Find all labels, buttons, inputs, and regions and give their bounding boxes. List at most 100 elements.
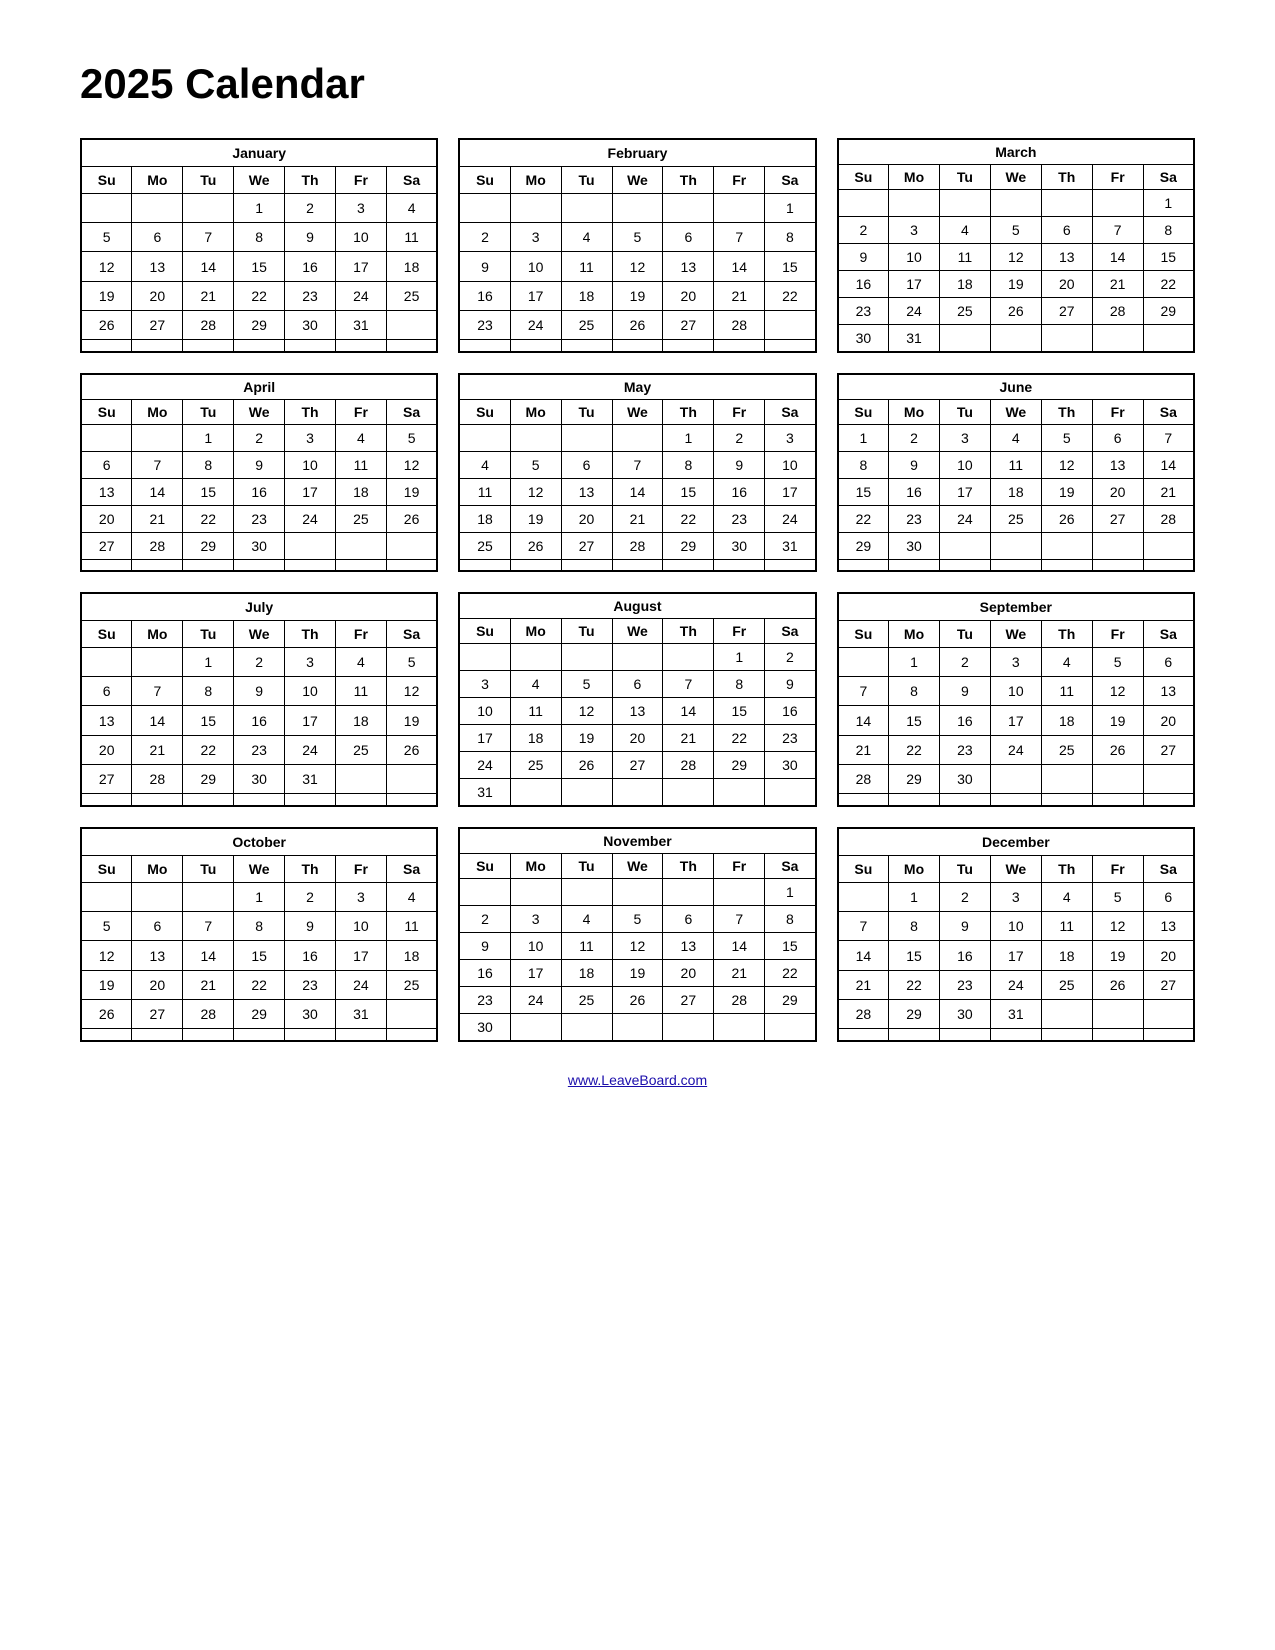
day-cell: 4	[1041, 883, 1092, 912]
day-cell: 31	[335, 310, 386, 339]
day-header-mo: Mo	[889, 621, 940, 648]
day-cell: 9	[765, 671, 816, 698]
day-cell	[386, 764, 437, 793]
day-cell: 28	[183, 999, 234, 1028]
day-cell-empty	[386, 560, 437, 572]
day-cell: 5	[386, 425, 437, 452]
day-cell: 1	[663, 425, 714, 452]
day-header-sa: Sa	[765, 400, 816, 425]
week-row: 21222324252627	[838, 735, 1194, 764]
day-header-sa: Sa	[1143, 400, 1194, 425]
day-cell: 16	[838, 271, 889, 298]
week-row: 2728293031	[81, 764, 437, 793]
day-cell	[1092, 533, 1143, 560]
day-cell-empty	[234, 560, 285, 572]
day-cell-empty	[1143, 794, 1194, 806]
day-cell: 5	[510, 452, 561, 479]
day-cell	[612, 1014, 663, 1042]
footer-link[interactable]: www.LeaveBoard.com	[80, 1072, 1195, 1088]
day-header-fr: Fr	[1092, 400, 1143, 425]
day-cell-empty	[386, 794, 437, 806]
day-cell-empty	[335, 340, 386, 352]
day-cell-empty	[939, 1029, 990, 1041]
day-cell	[939, 190, 990, 217]
day-header-mo: Mo	[889, 400, 940, 425]
day-cell: 2	[234, 425, 285, 452]
day-cell: 14	[838, 706, 889, 735]
week-row: 15161718192021	[838, 479, 1194, 506]
day-cell: 16	[285, 252, 336, 281]
day-header-we: We	[990, 165, 1041, 190]
week-row: 25262728293031	[459, 533, 815, 560]
week-row: 27282930	[81, 533, 437, 560]
day-cell: 31	[459, 779, 510, 807]
day-header-sa: Sa	[1143, 165, 1194, 190]
day-cell: 8	[234, 912, 285, 941]
day-cell: 12	[561, 698, 612, 725]
day-header-sa: Sa	[386, 621, 437, 648]
day-cell: 4	[386, 883, 437, 912]
day-cell-empty	[1143, 1029, 1194, 1041]
day-header-su: Su	[459, 167, 510, 194]
day-header-fr: Fr	[335, 621, 386, 648]
day-header-tu: Tu	[561, 400, 612, 425]
day-cell	[1041, 190, 1092, 217]
day-cell	[510, 194, 561, 223]
day-cell: 17	[990, 941, 1041, 970]
day-cell: 8	[889, 677, 940, 706]
week-row: 1	[838, 190, 1194, 217]
week-row: 2345678	[838, 217, 1194, 244]
day-cell: 24	[335, 970, 386, 999]
day-cell-empty	[510, 560, 561, 572]
day-cell: 2	[285, 194, 336, 223]
day-cell: 24	[990, 735, 1041, 764]
day-header-su: Su	[838, 400, 889, 425]
day-cell: 30	[459, 1014, 510, 1042]
week-row: 891011121314	[838, 452, 1194, 479]
day-cell: 4	[1041, 648, 1092, 677]
day-cell: 1	[714, 644, 765, 671]
day-cell: 4	[335, 425, 386, 452]
day-cell	[990, 325, 1041, 353]
day-cell: 26	[1041, 506, 1092, 533]
empty-row	[459, 340, 815, 352]
day-cell: 30	[939, 999, 990, 1028]
day-cell: 23	[285, 970, 336, 999]
day-cell	[386, 999, 437, 1028]
day-cell: 2	[459, 223, 510, 252]
day-cell	[663, 1014, 714, 1042]
day-header-tu: Tu	[561, 854, 612, 879]
day-cell: 4	[335, 648, 386, 677]
day-cell: 20	[132, 970, 183, 999]
day-cell: 1	[838, 425, 889, 452]
day-header-su: Su	[81, 400, 132, 425]
day-cell: 28	[838, 999, 889, 1028]
day-cell-empty	[714, 560, 765, 572]
day-cell: 13	[561, 479, 612, 506]
day-cell: 6	[1143, 883, 1194, 912]
day-cell: 19	[510, 506, 561, 533]
empty-row	[838, 794, 1194, 806]
week-row: 567891011	[81, 912, 437, 941]
day-header-mo: Mo	[889, 165, 940, 190]
month-table-april: AprilSuMoTuWeThFrSa123456789101112131415…	[80, 373, 438, 572]
week-row: 31	[459, 779, 815, 807]
day-cell	[335, 533, 386, 560]
day-cell	[132, 883, 183, 912]
day-cell: 14	[838, 941, 889, 970]
day-cell: 21	[714, 960, 765, 987]
day-cell: 23	[939, 970, 990, 999]
day-cell: 7	[714, 906, 765, 933]
day-cell	[132, 648, 183, 677]
day-cell	[714, 194, 765, 223]
day-cell	[510, 644, 561, 671]
day-header-we: We	[990, 400, 1041, 425]
day-cell	[386, 310, 437, 339]
day-cell-empty	[1143, 560, 1194, 572]
day-cell: 24	[889, 298, 940, 325]
day-cell-empty	[386, 1029, 437, 1041]
day-cell: 28	[132, 533, 183, 560]
day-cell: 27	[1143, 735, 1194, 764]
empty-row	[459, 560, 815, 572]
day-cell: 4	[939, 217, 990, 244]
